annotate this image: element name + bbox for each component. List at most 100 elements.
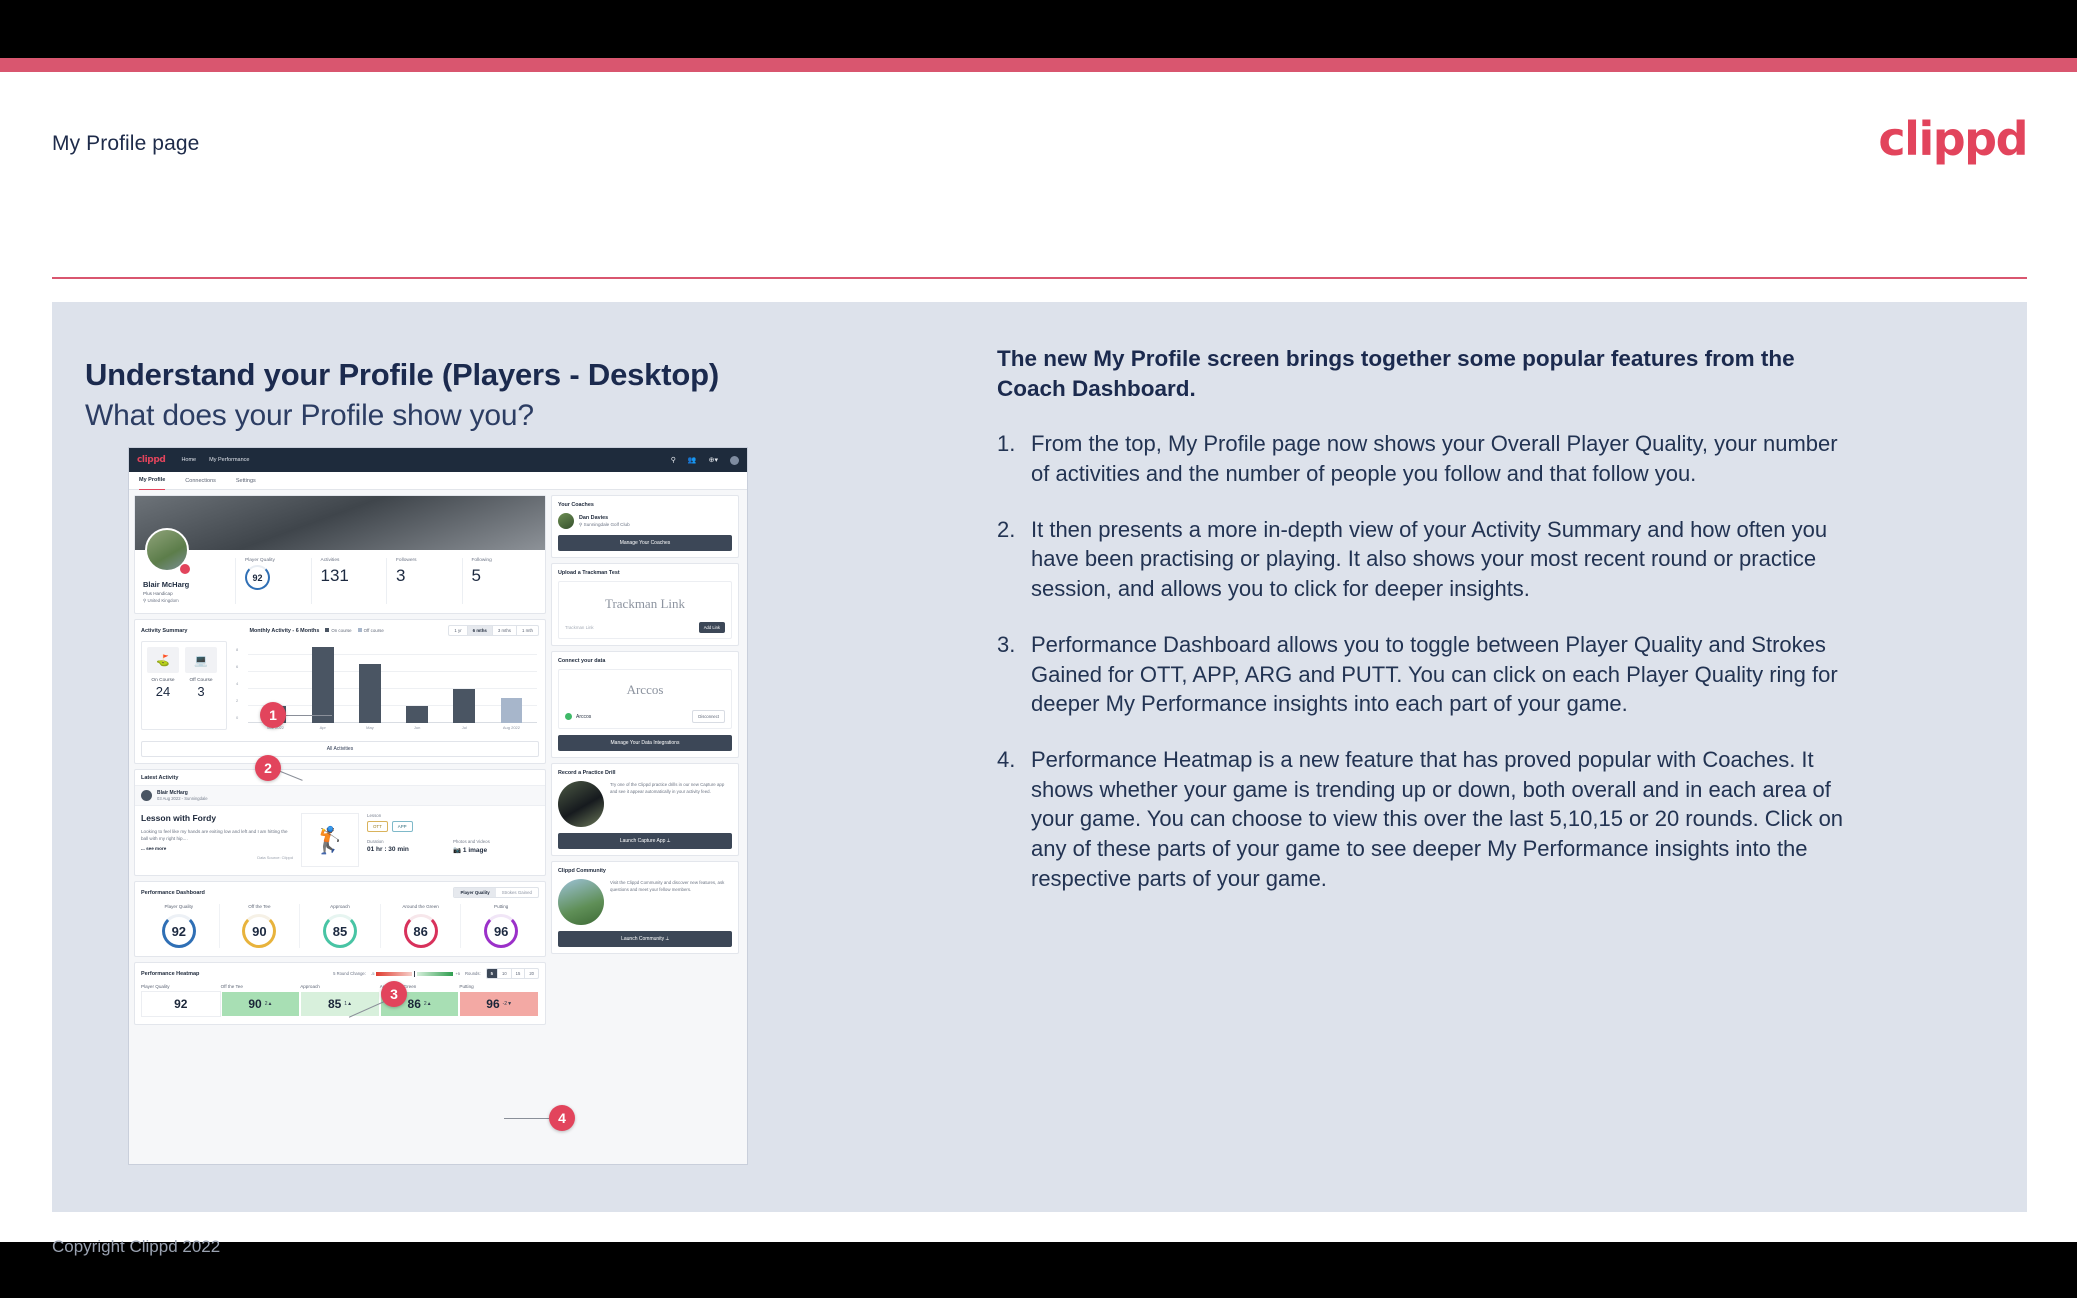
tab-connections[interactable]: Connections — [185, 478, 216, 484]
explainer-steps: 1. From the top, My Profile page now sho… — [997, 429, 1862, 893]
explainer-lead: The new My Profile screen brings togethe… — [997, 346, 1795, 401]
search-icon[interactable]: ⚲ — [671, 456, 676, 464]
ring-player-quality[interactable]: Player Quality 92 — [139, 904, 219, 948]
disconnect-button[interactable]: Disconnect — [692, 710, 725, 723]
x-label: Aug 2022 — [502, 725, 521, 730]
heatmap-labels: Player Quality Off the Tee Approach Arou… — [135, 982, 545, 989]
profile-card: Blair McHarg Plus Handicap ⚲ United King… — [134, 495, 546, 614]
avatar-icon[interactable] — [730, 455, 739, 465]
heatmap-cell-approach[interactable]: 85 1▲ — [300, 991, 380, 1017]
rounds-15[interactable]: 15 — [512, 969, 526, 978]
x-label: Apr — [319, 725, 326, 730]
trackman-link-input[interactable]: Trackman Link — [565, 625, 695, 630]
arccos-provider: Arccos — [576, 713, 592, 720]
edit-avatar-icon[interactable] — [180, 564, 190, 574]
heatmap-label: Approach — [300, 984, 320, 989]
heatmap-scale: -5 +5 — [371, 970, 460, 977]
stat-following[interactable]: Following 5 — [461, 558, 538, 604]
bar-jun[interactable] — [406, 706, 428, 723]
heatmap-heading: Performance Heatmap — [141, 970, 200, 977]
see-more-link[interactable]: ... see more — [141, 846, 293, 851]
top-accent-stripe — [0, 58, 2077, 72]
ring-putting[interactable]: Putting 96 — [460, 904, 541, 948]
profile-location: ⚲ United Kingdom — [143, 598, 179, 603]
rounds-selector: 5 10 15 20 — [485, 968, 539, 979]
range-6mths[interactable]: 6 mths — [467, 626, 493, 635]
community-icon[interactable]: 👥 — [688, 456, 697, 464]
rounds-20[interactable]: 20 — [525, 969, 538, 978]
callout-leader-1 — [284, 715, 332, 716]
bar-may[interactable] — [359, 664, 381, 723]
ring-around-the-green[interactable]: Around the Green 86 — [379, 904, 461, 948]
metric-toggle: Player Quality Strokes Gained — [453, 887, 539, 898]
heatmap-value: 86 — [407, 997, 421, 1011]
ring-off-the-tee[interactable]: Off the Tee 90 — [218, 904, 300, 948]
all-activities-button[interactable]: All Activities — [141, 741, 539, 757]
trackman-input-row: Trackman Link Add Link — [565, 622, 725, 633]
tag-ott[interactable]: OTT — [367, 821, 388, 832]
nav-link-my-performance[interactable]: My Performance — [209, 457, 249, 463]
photos-value: 📷 1 image — [453, 847, 488, 854]
connect-data-card: Connect your data Arccos Arccos Disconne… — [551, 651, 739, 758]
tag-app[interactable]: APP — [391, 821, 413, 832]
golf-swing-icon: 🏌 — [301, 813, 359, 867]
rounds-10[interactable]: 10 — [498, 969, 512, 978]
add-link-button[interactable]: Add Link — [698, 622, 725, 633]
add-circle-icon[interactable]: ⊕▾ — [709, 456, 718, 464]
duration-value: 01 hr : 30 min — [367, 846, 409, 853]
chart-x-labels: Mar 2022 Apr May Jun Jul Aug 2022 — [252, 725, 535, 730]
external-link-icon: ⟂ — [666, 838, 671, 844]
main-column: Blair McHarg Plus Handicap ⚲ United King… — [134, 495, 546, 1030]
callout-3: 3 — [381, 981, 407, 1007]
practice-promo: Try one of the Clippd practice drills in… — [558, 781, 732, 827]
heatmap-value: 96 — [486, 997, 500, 1011]
profile-handicap: Plus Handicap — [143, 591, 173, 596]
practice-text: Try one of the Clippd practice drills in… — [610, 782, 725, 795]
range-1yr[interactable]: 1 yr — [449, 626, 468, 635]
heatmap-cell-putting[interactable]: 96 -2▼ — [459, 991, 539, 1017]
trackman-card: Upload a Trackman Test Trackman Link Tra… — [551, 563, 739, 646]
bar-apr[interactable] — [311, 647, 334, 723]
coaches-card: Your Coaches Dan Davies ⚲ Sunningdale Go… — [551, 495, 739, 558]
stat-activities[interactable]: Activities 131 — [310, 558, 387, 604]
ring-approach[interactable]: Approach 85 — [299, 904, 380, 948]
app-nav-links: Home My Performance — [181, 457, 249, 463]
manage-integrations-button[interactable]: Manage Your Data Integrations — [558, 735, 732, 751]
arccos-status-row: Arccos Disconnect — [565, 710, 725, 723]
stat-player-quality[interactable]: Player Quality 92 — [235, 558, 311, 604]
stat-label: Followers — [396, 558, 417, 563]
rounds-5[interactable]: 5 — [486, 969, 498, 978]
tab-settings[interactable]: Settings — [236, 478, 256, 484]
heatmap-cell-off-the-tee[interactable]: 90 2▲ — [220, 991, 301, 1017]
nav-link-home[interactable]: Home — [181, 457, 196, 463]
on-course-value: 24 — [155, 684, 171, 699]
callout-leader-4 — [504, 1118, 554, 1119]
on-course-label: On Course — [151, 678, 175, 683]
manage-coaches-button[interactable]: Manage Your Coaches — [558, 535, 732, 551]
launch-capture-app-button[interactable]: Launch Capture App ⟂ — [558, 833, 732, 849]
stat-followers[interactable]: Followers 3 — [386, 558, 462, 604]
app-logo: clippd — [137, 455, 166, 465]
rounds-label: Rounds: — [465, 971, 481, 976]
practice-drill-card: Record a Practice Drill Try one of the C… — [551, 763, 739, 856]
slide-header: My Profile page clippd — [52, 102, 2028, 194]
heatmap-label: Putting — [459, 984, 474, 989]
performance-dashboard-card: Performance Dashboard Player Quality Str… — [134, 881, 546, 957]
player-quality-ring[interactable]: 92 — [245, 565, 270, 590]
app-nav-actions: ⚲ 👥 ⊕▾ — [671, 455, 739, 465]
range-1mth[interactable]: 1 mth — [517, 626, 538, 635]
bar-jul[interactable] — [453, 689, 476, 723]
range-3mths[interactable]: 3 mths — [493, 626, 518, 635]
page-title: My Profile page — [52, 132, 200, 155]
launch-community-button[interactable]: Launch Community ⟂ — [558, 931, 732, 947]
heatmap-cell-player-quality[interactable]: 92 — [141, 991, 221, 1017]
toggle-player-quality[interactable]: Player Quality — [454, 888, 496, 897]
bar-aug[interactable] — [500, 698, 523, 723]
activity-author: Blair McHarg 03 Aug 2022 - Sunningdale — [135, 785, 545, 806]
toggle-strokes-gained[interactable]: Strokes Gained — [496, 888, 538, 897]
latest-activity-heading: Latest Activity — [141, 775, 179, 781]
top-black-bar — [0, 0, 2077, 58]
chart-legend: On course Off course — [325, 628, 384, 633]
tab-my-profile[interactable]: My Profile — [139, 472, 166, 490]
coach-row: Dan Davies ⚲ Sunningdale Golf Club — [558, 513, 732, 529]
